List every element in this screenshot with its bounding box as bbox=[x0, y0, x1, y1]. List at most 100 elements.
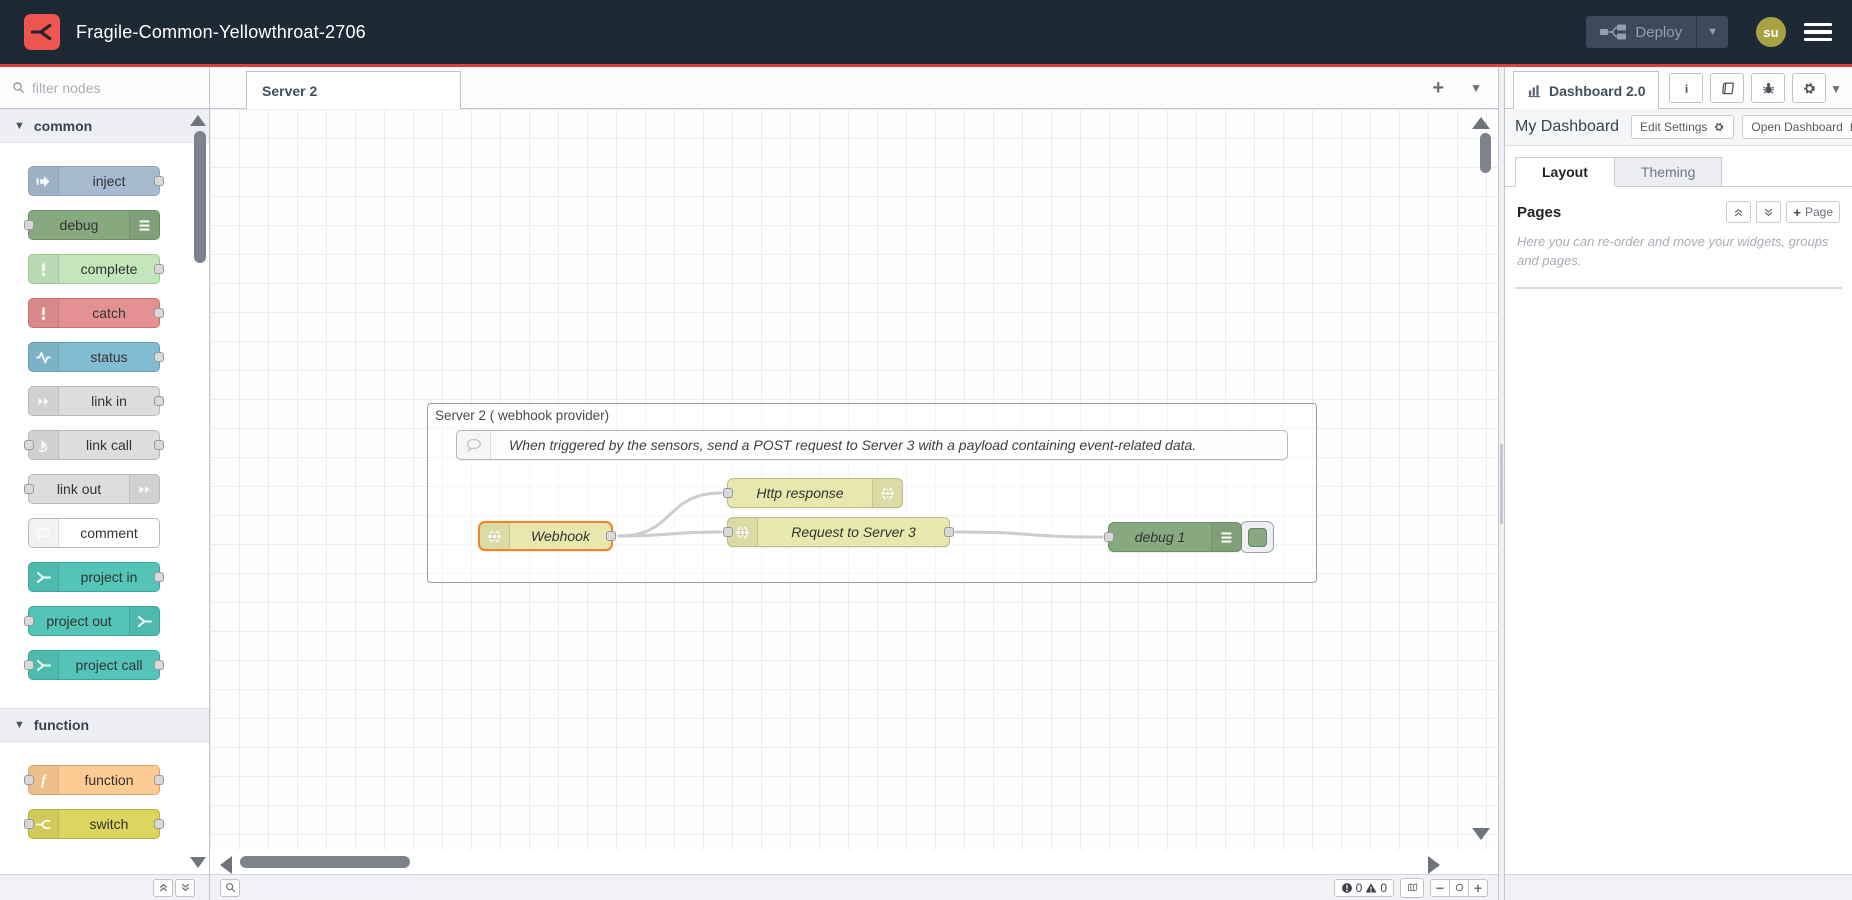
navigator-button[interactable] bbox=[1400, 878, 1424, 898]
deploy-button[interactable]: Deploy ▼ bbox=[1586, 16, 1728, 48]
input-port[interactable] bbox=[1104, 532, 1114, 542]
canvas-scroll-down-arrow[interactable] bbox=[1472, 828, 1490, 840]
palette-node-project-call[interactable]: project call bbox=[28, 650, 160, 680]
flow-node-webhook[interactable]: Webhook bbox=[478, 521, 613, 551]
palette-node-link-call[interactable]: link call bbox=[28, 430, 160, 460]
palette-node-status[interactable]: status bbox=[28, 342, 160, 372]
flow-canvas[interactable]: Server 2 ( webhook provider) When trigger… bbox=[210, 109, 1498, 874]
project-icon bbox=[129, 607, 159, 635]
canvas-scroll-left-arrow[interactable] bbox=[220, 856, 232, 874]
deploy-main[interactable]: Deploy bbox=[1586, 24, 1696, 41]
palette-node-project-out[interactable]: project out bbox=[28, 606, 160, 636]
config-nodes-tab-button[interactable] bbox=[1792, 73, 1826, 103]
palette-node-comment[interactable]: comment bbox=[28, 518, 160, 548]
node-label: switch bbox=[59, 810, 159, 838]
flow-list-caret[interactable]: ▼ bbox=[1470, 81, 1482, 95]
debug-tab-button[interactable] bbox=[1751, 73, 1785, 103]
comment-node[interactable]: When triggered by the sensors, send a PO… bbox=[456, 430, 1288, 460]
output-port[interactable] bbox=[944, 527, 954, 537]
palette-node-project-in[interactable]: project in bbox=[28, 562, 160, 592]
zoom-out-button[interactable]: − bbox=[1430, 879, 1450, 897]
canvas-vscrollbar-thumb[interactable] bbox=[1480, 133, 1491, 173]
globe-icon bbox=[480, 523, 510, 549]
deploy-icon bbox=[1600, 24, 1626, 40]
sidebar-splitter[interactable] bbox=[1498, 67, 1505, 900]
move-page-down-button[interactable] bbox=[1756, 201, 1781, 223]
palette-scrollbar-thumb[interactable] bbox=[194, 131, 206, 263]
help-tab-button[interactable] bbox=[1710, 73, 1744, 103]
info-tab-button[interactable]: i bbox=[1669, 73, 1703, 103]
flow-node-debug1[interactable]: debug 1 bbox=[1108, 522, 1242, 552]
error-icon bbox=[1341, 882, 1353, 894]
canvas-scroll-up-arrow[interactable] bbox=[1472, 117, 1490, 129]
zoom-reset-button[interactable] bbox=[1449, 879, 1469, 897]
pages-title: Pages bbox=[1517, 204, 1726, 221]
add-page-button[interactable]: +Page bbox=[1786, 201, 1840, 223]
output-port bbox=[154, 572, 164, 582]
flow-node-request[interactable]: Request to Server 3 bbox=[727, 517, 950, 547]
palette-node-switch[interactable]: switch bbox=[28, 809, 160, 839]
splitter-handle[interactable] bbox=[1500, 444, 1503, 524]
user-avatar[interactable]: su bbox=[1756, 17, 1786, 47]
debug-toggle-state bbox=[1248, 528, 1267, 547]
add-flow-button[interactable]: + bbox=[1432, 78, 1444, 98]
canvas-footer: 0 0 − + bbox=[210, 874, 1498, 900]
input-port[interactable] bbox=[723, 527, 733, 537]
output-port bbox=[154, 176, 164, 186]
main-menu-button[interactable] bbox=[1804, 23, 1832, 41]
palette-filter-placeholder: filter nodes bbox=[32, 80, 100, 96]
node-label: Request to Server 3 bbox=[758, 518, 949, 546]
app-logo-icon[interactable] bbox=[24, 14, 60, 50]
edit-settings-button[interactable]: Edit Settings bbox=[1631, 115, 1734, 139]
node-label: inject bbox=[59, 167, 159, 195]
palette-node-inject[interactable]: inject bbox=[28, 166, 160, 196]
palette-category-common[interactable]: ▼common bbox=[0, 109, 209, 143]
sidebar-tabs-caret[interactable]: ▼ bbox=[1830, 82, 1842, 96]
palette-node-link-in[interactable]: link in bbox=[28, 386, 160, 416]
debug-enable-toggle[interactable] bbox=[1240, 521, 1274, 553]
link-icon bbox=[29, 387, 59, 415]
input-port[interactable] bbox=[723, 488, 733, 498]
palette-filter[interactable]: filter nodes bbox=[0, 67, 209, 109]
tab-theming[interactable]: Theming bbox=[1615, 157, 1722, 187]
workspace-tab-server-2[interactable]: Server 2 bbox=[246, 71, 461, 109]
gear-icon bbox=[1802, 81, 1817, 96]
flow-node-http-response[interactable]: Http response bbox=[727, 478, 903, 508]
open-dashboard-button[interactable]: Open Dashboard bbox=[1742, 115, 1852, 139]
palette-collapse-all-button[interactable] bbox=[153, 879, 173, 897]
chevron-down-icon: ▼ bbox=[14, 120, 25, 132]
palette-expand-all-button[interactable] bbox=[175, 879, 195, 897]
output-port[interactable] bbox=[606, 531, 616, 541]
workspace-column: Server 2 + ▼ Server 2 ( webhook provider… bbox=[210, 67, 1498, 900]
notifications-badge[interactable]: 0 0 bbox=[1334, 879, 1394, 897]
search-flows-button[interactable] bbox=[220, 879, 240, 897]
node-label: project out bbox=[29, 607, 129, 635]
group-label: Server 2 ( webhook provider) bbox=[435, 408, 609, 423]
sidebar-tab-dashboard[interactable]: Dashboard 2.0 bbox=[1513, 71, 1659, 109]
input-port bbox=[24, 484, 34, 494]
dashboard-title: My Dashboard bbox=[1515, 118, 1619, 136]
debug-icon bbox=[129, 211, 159, 239]
canvas-hscrollbar-thumb[interactable] bbox=[240, 856, 410, 868]
warning-icon bbox=[1365, 882, 1377, 894]
palette-node-function[interactable]: ffunction bbox=[28, 765, 160, 795]
chevron-double-down-icon bbox=[1763, 207, 1774, 218]
zoom-in-button[interactable]: + bbox=[1468, 879, 1488, 897]
tab-layout[interactable]: Layout bbox=[1515, 157, 1615, 187]
alert-icon bbox=[29, 255, 59, 283]
palette-category-function[interactable]: ▼function bbox=[0, 708, 209, 742]
palette-node-complete[interactable]: complete bbox=[28, 254, 160, 284]
palette-scroll-down-arrow[interactable] bbox=[190, 857, 206, 868]
node-label: status bbox=[59, 343, 159, 371]
palette-node-debug[interactable]: debug bbox=[28, 210, 160, 240]
canvas-scroll-right-arrow[interactable] bbox=[1428, 856, 1440, 874]
canvas-hscrollbar bbox=[210, 850, 1498, 874]
output-port bbox=[154, 308, 164, 318]
palette-scroll-up-arrow[interactable] bbox=[190, 115, 206, 126]
bar-chart-icon bbox=[1527, 83, 1542, 98]
deploy-options-caret[interactable]: ▼ bbox=[1697, 26, 1728, 38]
palette-node-catch[interactable]: catch bbox=[28, 298, 160, 328]
palette-node-link-out[interactable]: link out bbox=[28, 474, 160, 504]
chevron-down-icon: ▼ bbox=[14, 719, 25, 731]
move-page-up-button[interactable] bbox=[1726, 201, 1751, 223]
